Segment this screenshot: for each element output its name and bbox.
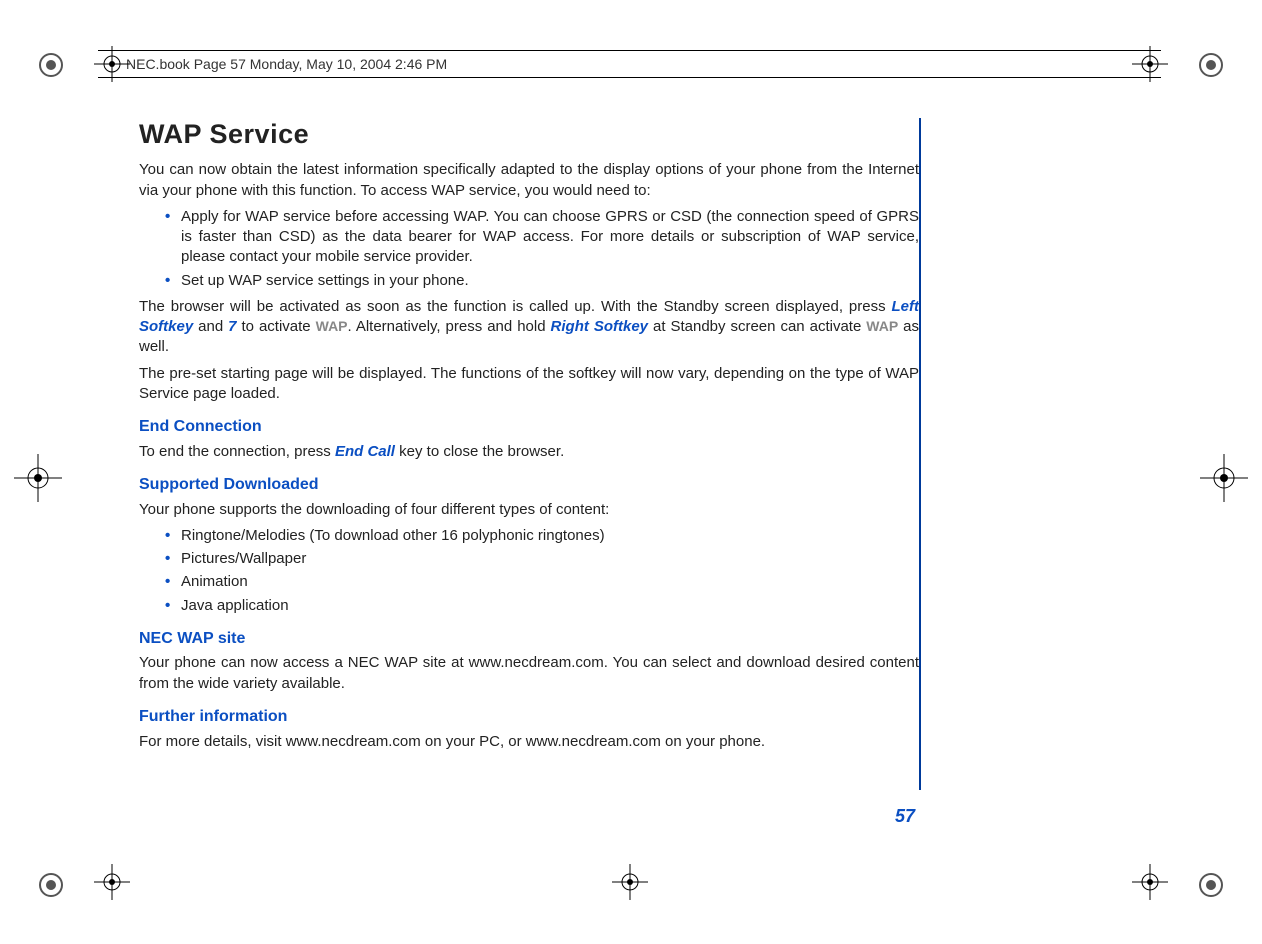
key-end-call: End Call <box>335 443 395 460</box>
reg-target-icon <box>612 864 648 900</box>
crop-mark-icon <box>36 50 66 80</box>
text: To end the connection, press <box>139 443 335 460</box>
crop-mark-icon <box>1196 870 1226 900</box>
paragraph-preset: The pre-set starting page will be displa… <box>139 364 919 405</box>
list-item: Set up WAP service settings in your phon… <box>181 271 919 291</box>
list-item: Pictures/Wallpaper <box>181 549 919 569</box>
heading-supported: Supported Downloaded <box>139 474 919 496</box>
list-item: Ringtone/Melodies (To download other 16 … <box>181 526 919 546</box>
reg-target-icon <box>94 46 130 82</box>
page-title: WAP Service <box>139 116 919 152</box>
side-rule <box>919 118 921 790</box>
heading-further: Further information <box>139 706 919 728</box>
page-content: WAP Service You can now obtain the lates… <box>139 116 919 758</box>
text: to activate <box>237 318 316 335</box>
text: The browser will be activated as soon as… <box>139 298 892 315</box>
paragraph-supported: Your phone supports the downloading of f… <box>139 500 919 520</box>
list-item: Apply for WAP service before accessing W… <box>181 207 919 268</box>
page-number: 57 <box>895 806 915 827</box>
paragraph-end-connection: To end the connection, press End Call ke… <box>139 442 919 462</box>
text: . Alternatively, press and hold <box>348 318 551 335</box>
crop-mark-icon <box>36 870 66 900</box>
heading-end-connection: End Connection <box>139 416 919 438</box>
paragraph-nec-wap: Your phone can now access a NEC WAP site… <box>139 653 919 694</box>
reg-target-icon <box>94 864 130 900</box>
crop-mark-icon <box>1196 50 1226 80</box>
paragraph-further: For more details, visit www.necdream.com… <box>139 732 919 752</box>
list-item: Java application <box>181 596 919 616</box>
reg-target-icon <box>1200 454 1248 502</box>
menu-wap: WAP <box>316 318 348 334</box>
reg-target-icon <box>1132 46 1168 82</box>
menu-wap: WAP <box>866 318 898 334</box>
text: key to close the browser. <box>395 443 564 460</box>
supported-list: Ringtone/Melodies (To download other 16 … <box>139 526 919 616</box>
reg-target-icon <box>1132 864 1168 900</box>
intro-paragraph: You can now obtain the latest informatio… <box>139 160 919 201</box>
key-7: 7 <box>228 318 236 335</box>
heading-nec-wap: NEC WAP site <box>139 628 919 650</box>
list-item: Animation <box>181 572 919 592</box>
paragraph-activation: The browser will be activated as soon as… <box>139 297 919 358</box>
text: and <box>193 318 228 335</box>
intro-list: Apply for WAP service before accessing W… <box>139 207 919 291</box>
reg-target-icon <box>14 454 62 502</box>
key-right-softkey: Right Softkey <box>551 318 648 335</box>
running-header: NEC.book Page 57 Monday, May 10, 2004 2:… <box>126 56 447 72</box>
text: at Standby screen can activate <box>648 318 866 335</box>
